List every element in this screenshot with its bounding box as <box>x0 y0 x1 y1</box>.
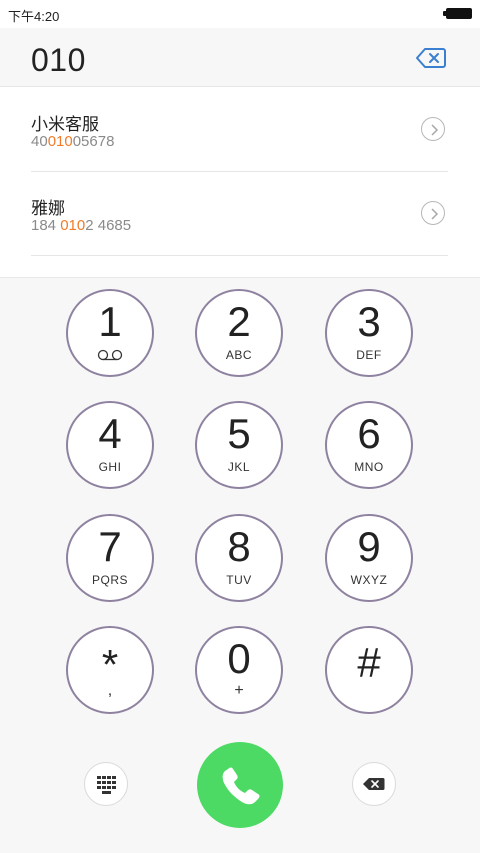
status-bar: 下午4:20 <box>0 0 480 28</box>
key-digit: 9 <box>357 523 381 570</box>
key-digit: 3 <box>357 298 381 345</box>
key-digit: 1 <box>98 298 122 345</box>
key-hash[interactable]: # <box>325 626 413 714</box>
dial-header: 010 <box>0 28 480 87</box>
contact-name: 雅娜 <box>31 199 65 219</box>
key-8[interactable]: 8 TUV <box>195 514 283 602</box>
key-letters: DEF <box>356 348 382 362</box>
key-digit: 2 <box>227 298 251 345</box>
key-digit: 8 <box>227 523 251 570</box>
backspace-icon[interactable] <box>416 47 446 69</box>
number-part: 184 <box>31 217 61 234</box>
keypad-toggle-button[interactable] <box>84 762 128 806</box>
phone-icon <box>222 767 260 805</box>
key-letters: + <box>234 682 244 699</box>
status-time: 下午4:20 <box>8 9 60 24</box>
list-item[interactable]: 雅娜 184 0102 4685 <box>31 171 448 256</box>
key-letters: WXYZ <box>350 573 388 587</box>
contact-number: 184 0102 4685 <box>31 217 131 234</box>
key-digit: # <box>357 639 381 686</box>
key-letters: GHI <box>98 460 122 474</box>
key-4[interactable]: 4 GHI <box>66 401 154 489</box>
key-5[interactable]: 5 JKL <box>195 401 283 489</box>
number-match: 010 <box>47 133 73 150</box>
battery-icon <box>443 8 472 19</box>
chevron-right-icon[interactable] <box>421 201 445 225</box>
key-star[interactable]: * , <box>66 626 154 714</box>
contact-results: 小米客服 4001005678 雅娜 184 0102 4685 <box>0 87 480 278</box>
key-digit: 0 <box>227 635 251 682</box>
key-1[interactable]: 1 <box>66 289 154 377</box>
key-3[interactable]: 3 DEF <box>325 289 413 377</box>
key-letters: ABC <box>225 348 253 362</box>
key-6[interactable]: 6 MNO <box>325 401 413 489</box>
call-button[interactable] <box>197 742 283 828</box>
key-letters: JKL <box>227 460 251 474</box>
key-letters: PQRS <box>91 573 128 587</box>
key-digit: 5 <box>227 410 251 457</box>
voicemail-icon <box>97 349 123 361</box>
backspace-icon <box>363 778 385 790</box>
list-item[interactable]: 小米客服 4001005678 <box>31 87 448 172</box>
chevron-right-icon[interactable] <box>421 117 445 141</box>
key-digit: 4 <box>98 410 122 457</box>
key-letters: , <box>107 682 113 699</box>
contact-number: 4001005678 <box>31 133 114 150</box>
key-digit: 7 <box>98 523 122 570</box>
key-letters: TUV <box>226 573 252 587</box>
number-part: 2 4685 <box>85 217 132 234</box>
key-0[interactable]: 0 + <box>195 626 283 714</box>
contact-name: 小米客服 <box>31 115 99 135</box>
number-part: 40 <box>31 133 48 150</box>
key-9[interactable]: 9 WXYZ <box>325 514 413 602</box>
key-digit: 6 <box>357 410 381 457</box>
delete-button[interactable] <box>352 762 396 806</box>
number-match: 010 <box>60 217 86 234</box>
grid-icon <box>97 776 116 794</box>
key-2[interactable]: 2 ABC <box>195 289 283 377</box>
key-letters: MNO <box>354 460 384 474</box>
number-part: 05678 <box>72 133 115 150</box>
entered-number: 010 <box>31 42 86 78</box>
key-7[interactable]: 7 PQRS <box>66 514 154 602</box>
